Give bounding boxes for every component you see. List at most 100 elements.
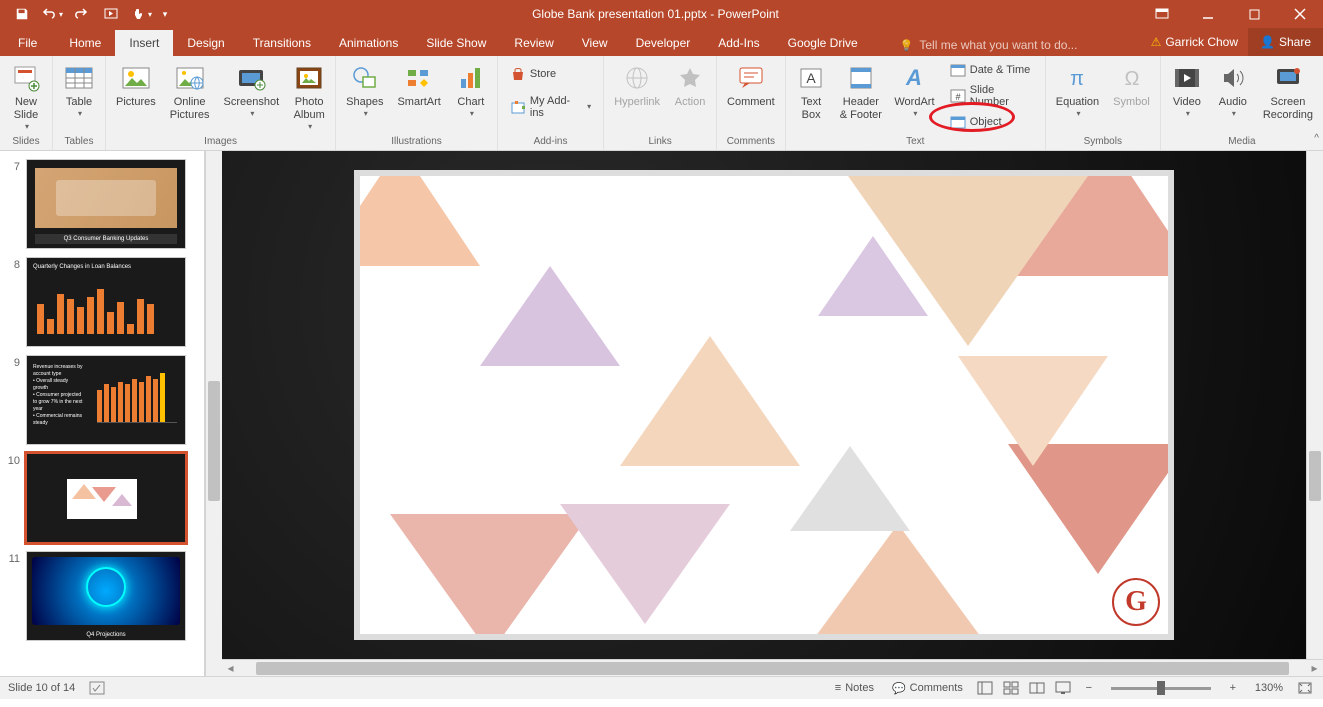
svg-text:#: # xyxy=(955,92,960,102)
notes-icon: ≡ xyxy=(835,682,841,694)
slide-counter[interactable]: Slide 10 of 14 xyxy=(8,682,75,694)
photo-album-button[interactable]: Photo Album▾ xyxy=(286,59,332,134)
audio-button[interactable]: Audio▾ xyxy=(1210,59,1256,121)
notes-button[interactable]: ≡Notes xyxy=(827,679,882,697)
slide-sorter-button[interactable] xyxy=(999,678,1023,698)
comments-icon: 💬 xyxy=(892,682,906,695)
action-button: Action xyxy=(667,59,713,112)
thumbnail-9[interactable]: 9 Revenue increases by account type• Ove… xyxy=(0,353,204,451)
tab-transitions[interactable]: Transitions xyxy=(239,30,325,56)
slide-canvas[interactable]: G xyxy=(222,151,1306,659)
scrollbar-thumb[interactable] xyxy=(208,381,220,501)
smartart-icon xyxy=(403,62,435,94)
fit-to-window-button[interactable] xyxy=(1293,678,1317,698)
video-icon xyxy=(1171,62,1203,94)
group-tables: Table▾ Tables xyxy=(53,56,106,150)
minimize-button[interactable] xyxy=(1185,0,1231,28)
group-illustrations: Shapes▾ SmartArt Chart▾ Illustrations xyxy=(336,56,498,150)
thumbnail-8[interactable]: 8 Quarterly Changes in Loan Balances xyxy=(0,255,204,353)
normal-view-button[interactable] xyxy=(973,678,997,698)
vertical-scrollbar[interactable] xyxy=(1306,151,1323,659)
slide-thumbnails-panel[interactable]: 7 Q3 Consumer Banking Updates 8 Quarterl… xyxy=(0,151,205,676)
new-slide-button[interactable]: New Slide▾ xyxy=(3,59,49,134)
thumbnail-10[interactable]: 10 xyxy=(0,451,204,549)
horizontal-scrollbar[interactable]: ◂ ▸ xyxy=(222,659,1323,676)
header-footer-button[interactable]: Header & Footer xyxy=(834,59,889,125)
screen-recording-button[interactable]: Screen Recording xyxy=(1256,59,1320,125)
reading-view-button[interactable] xyxy=(1025,678,1049,698)
slide-number-button[interactable]: # Slide Number xyxy=(945,81,1038,111)
share-button[interactable]: 👤Share xyxy=(1248,28,1323,56)
zoom-out-button[interactable]: − xyxy=(1077,678,1101,698)
pictures-button[interactable]: Pictures xyxy=(109,59,163,112)
close-button[interactable] xyxy=(1277,0,1323,28)
addins-icon xyxy=(510,99,526,115)
ribbon-display-button[interactable] xyxy=(1139,0,1185,28)
tab-view[interactable]: View xyxy=(568,30,622,56)
slide-logo: G xyxy=(1112,578,1160,626)
tab-slideshow[interactable]: Slide Show xyxy=(412,30,500,56)
thumbnail-11[interactable]: 11 Q4 Projections xyxy=(0,549,204,647)
zoom-level[interactable]: 130% xyxy=(1247,679,1291,697)
spellcheck-icon[interactable] xyxy=(89,681,105,695)
object-icon xyxy=(950,114,966,130)
action-icon xyxy=(674,62,706,94)
tab-animations[interactable]: Animations xyxy=(325,30,412,56)
redo-button[interactable] xyxy=(68,2,96,26)
comment-button[interactable]: Comment xyxy=(720,59,782,112)
screen-recording-icon xyxy=(1272,62,1304,94)
zoom-slider-handle[interactable] xyxy=(1157,681,1165,695)
wordart-button[interactable]: A WordArt▾ xyxy=(888,59,941,121)
undo-button[interactable]: ▾ xyxy=(38,2,66,26)
save-button[interactable] xyxy=(8,2,36,26)
text-box-button[interactable]: A Text Box xyxy=(789,59,834,125)
start-from-beginning-button[interactable] xyxy=(98,2,126,26)
video-button[interactable]: Video▾ xyxy=(1164,59,1210,121)
date-time-button[interactable]: Date & Time xyxy=(945,59,1038,81)
group-images: Pictures Online Pictures Screenshot▾ Pho… xyxy=(106,56,336,150)
comments-button[interactable]: 💬Comments xyxy=(884,679,971,698)
tell-me-search[interactable]: 💡 Tell me what you want to do... xyxy=(892,34,1086,56)
tab-insert[interactable]: Insert xyxy=(115,30,173,56)
zoom-in-button[interactable]: + xyxy=(1221,678,1245,698)
tab-developer[interactable]: Developer xyxy=(622,30,705,56)
online-pictures-button[interactable]: Online Pictures xyxy=(163,59,217,125)
screenshot-button[interactable]: Screenshot▾ xyxy=(217,59,287,121)
window-title: Globe Bank presentation 01.pptx - PowerP… xyxy=(172,7,1139,21)
text-box-icon: A xyxy=(795,62,827,94)
object-button[interactable]: Object xyxy=(945,111,1038,133)
thumbnails-scrollbar[interactable] xyxy=(205,151,222,676)
store-button[interactable]: Store xyxy=(505,63,596,85)
group-slides: New Slide▾ Slides xyxy=(0,56,53,150)
comment-icon xyxy=(735,62,767,94)
maximize-button[interactable] xyxy=(1231,0,1277,28)
collapse-ribbon-button[interactable]: ^ xyxy=(1314,133,1319,144)
smartart-button[interactable]: SmartArt xyxy=(390,59,447,112)
table-button[interactable]: Table▾ xyxy=(56,59,102,121)
tab-addins[interactable]: Add-Ins xyxy=(704,30,773,56)
table-icon xyxy=(63,62,95,94)
current-slide[interactable]: G xyxy=(354,170,1174,640)
slide-editor-area: G ◂ ▸ xyxy=(222,151,1323,676)
chart-button[interactable]: Chart▾ xyxy=(448,59,494,121)
tab-googledrive[interactable]: Google Drive xyxy=(774,30,872,56)
touch-mode-button[interactable]: ▾ xyxy=(128,2,156,26)
my-addins-button[interactable]: My Add-ins▾ xyxy=(505,92,596,122)
tab-file[interactable]: File xyxy=(0,30,55,56)
ribbon-tabs: File Home Insert Design Transitions Anim… xyxy=(0,28,1323,56)
hyperlink-button: Hyperlink xyxy=(607,59,667,112)
thumbnail-7[interactable]: 7 Q3 Consumer Banking Updates xyxy=(0,157,204,255)
tab-review[interactable]: Review xyxy=(500,30,567,56)
chart-icon xyxy=(455,62,487,94)
slideshow-view-button[interactable] xyxy=(1051,678,1075,698)
equation-button[interactable]: π Equation▾ xyxy=(1049,59,1106,121)
user-account[interactable]: ⚠Garrick Chow xyxy=(1141,35,1248,49)
tab-home[interactable]: Home xyxy=(55,30,115,56)
shapes-button[interactable]: Shapes▾ xyxy=(339,59,390,121)
svg-text:Ω: Ω xyxy=(1124,68,1139,90)
customize-qat-button[interactable]: ▾ xyxy=(158,2,172,26)
scrollbar-thumb[interactable] xyxy=(1309,451,1321,501)
zoom-slider[interactable] xyxy=(1111,687,1211,690)
date-time-icon xyxy=(950,62,966,78)
tab-design[interactable]: Design xyxy=(173,30,238,56)
